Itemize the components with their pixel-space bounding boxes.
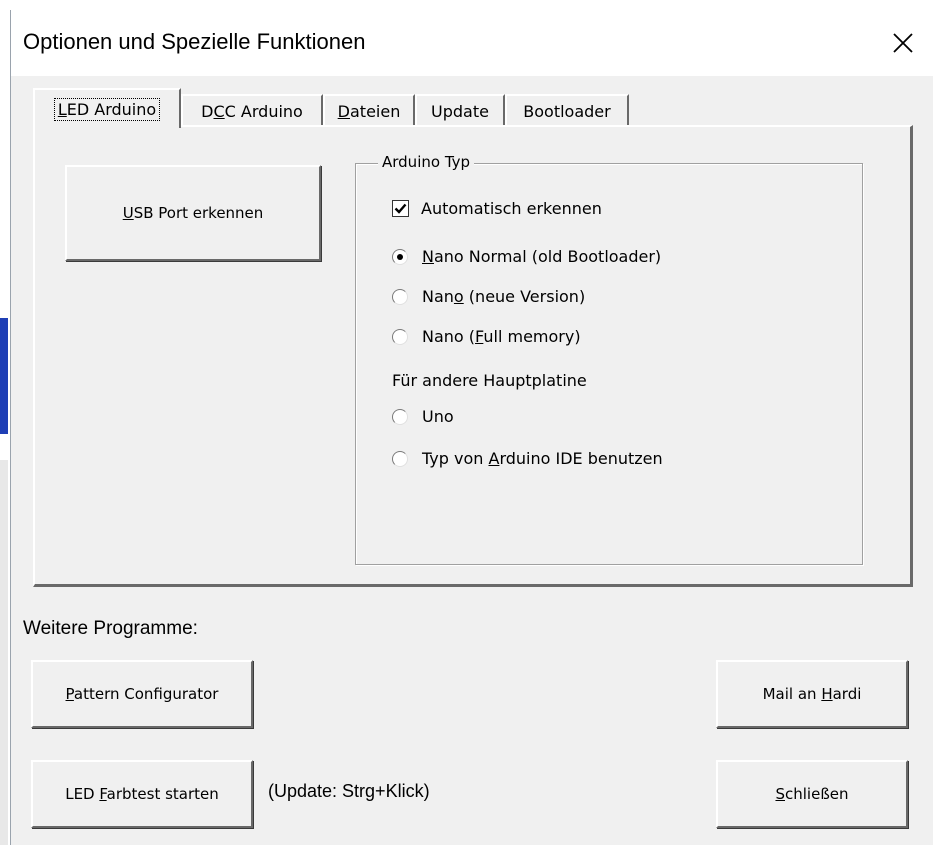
close-button[interactable] [873,10,933,76]
radio-uno[interactable]: Uno [392,407,454,426]
button-label: Mail an Hardi [762,685,862,703]
tab-label: Update [431,101,489,121]
auto-detect-checkbox[interactable] [392,200,409,217]
radio-label: Nano (neue Version) [422,287,586,306]
radio-nano-full-memory[interactable]: Nano (Full memory) [392,327,581,346]
tab-bootloader[interactable]: Bootloader [505,94,629,126]
close-dialog-button[interactable]: Schließen [716,760,908,828]
dialog-title: Optionen und Spezielle Funktionen [23,29,366,54]
background-app-fragment [0,460,8,845]
button-label: Schließen [775,785,849,803]
usb-port-detect-button[interactable]: USB Port erkennen [65,165,321,261]
radio-nano-normal[interactable]: Nano Normal (old Bootloader) [392,247,661,266]
auto-detect-checkbox-row[interactable]: Automatisch erkennen [392,199,602,218]
radio-button[interactable] [392,288,408,305]
radio-arduino-ide-type[interactable]: Typ von Arduino IDE benutzen [392,449,663,468]
button-label: Pattern Configurator [65,685,219,703]
mail-hardi-button[interactable]: Mail an Hardi [716,660,908,728]
update-hint-text: (Update: Strg+Klick) [268,781,430,801]
title-bar: Optionen und Spezielle Funktionen [11,10,933,76]
tab-dateien[interactable]: Dateien [323,94,415,126]
options-dialog: Optionen und Spezielle Funktionen LED Ar… [10,10,933,845]
tab-panel-led-arduino: USB Port erkennen Arduino Typ Automatisc… [33,125,913,587]
tab-label: Bootloader [523,101,611,121]
radio-label: Nano (Full memory) [422,327,581,346]
radio-button[interactable] [392,450,408,467]
radio-button[interactable] [392,248,408,265]
radio-button[interactable] [392,408,408,425]
close-icon [893,33,913,53]
button-label: USB Port erkennen [122,204,264,222]
radio-label: Typ von Arduino IDE benutzen [422,449,663,468]
background-app-fragment [0,318,8,434]
tab-update[interactable]: Update [415,94,505,126]
radio-label: Uno [422,407,454,426]
tab-label: DCC Arduino [201,101,303,121]
checkmark-icon [394,203,407,214]
radio-label: Nano Normal (old Bootloader) [422,247,662,266]
tab-label: Dateien [337,101,401,121]
radio-button[interactable] [392,328,408,345]
led-color-test-button[interactable]: LED Farbtest starten [31,760,253,828]
tab-label: LED Arduino [53,97,161,121]
auto-detect-label: Automatisch erkennen [421,199,602,218]
tab-led-arduino[interactable]: LED Arduino [33,88,181,128]
radio-nano-new-version[interactable]: Nano (neue Version) [392,287,585,306]
arduino-type-group: Arduino Typ Automatisch erkennen Nano No… [355,153,863,565]
pattern-configurator-button[interactable]: Pattern Configurator [31,660,253,728]
group-title: Arduino Typ [378,153,475,171]
button-label: LED Farbtest starten [65,785,219,803]
other-mainboard-heading: Für andere Hauptplatine [392,371,587,390]
tab-dcc-arduino[interactable]: DCC Arduino [181,94,323,126]
more-programs-label: Weitere Programme: [23,618,198,639]
